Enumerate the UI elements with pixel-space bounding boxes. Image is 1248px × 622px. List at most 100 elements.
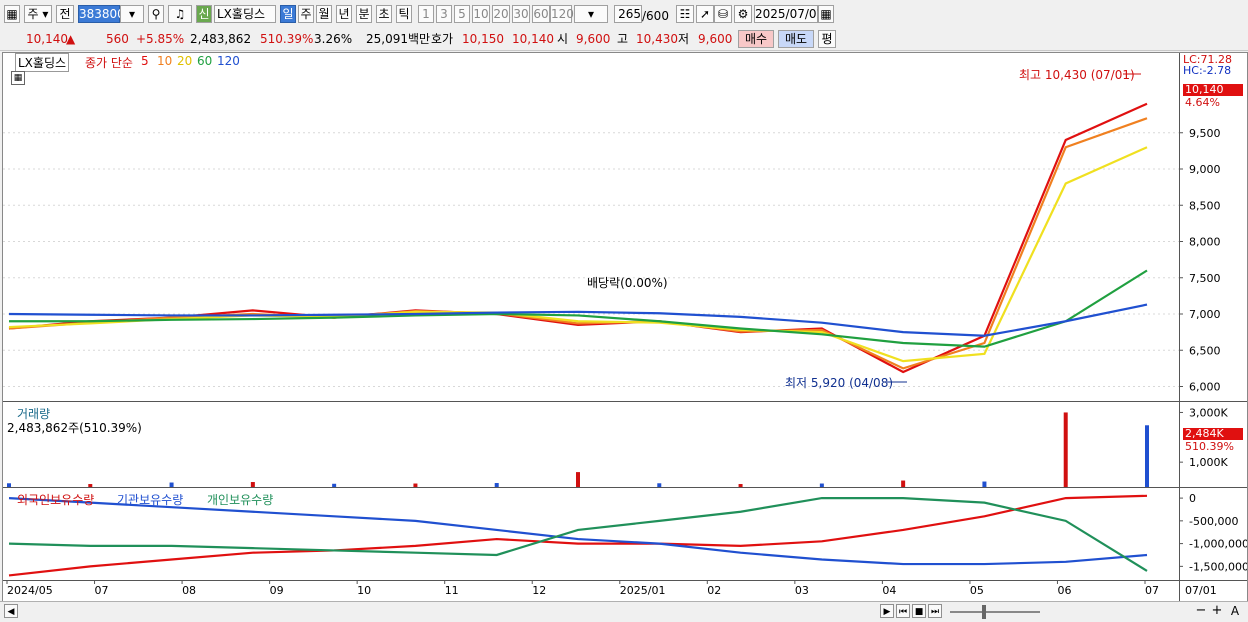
scroll-left-icon[interactable]: ◀ [4, 604, 18, 618]
x-tick-label: 12 [532, 584, 546, 597]
zoom-slider-handle[interactable] [982, 605, 986, 619]
interval-3[interactable]: 3 [436, 5, 452, 23]
min-annotation: 최저 5,920 (04/08) [785, 374, 893, 391]
volume-bar [413, 484, 417, 487]
date-input[interactable]: 2025/07/01 [754, 5, 818, 23]
window-menu-icon[interactable]: ▦ [4, 5, 20, 23]
holdings-tick-label: 0 [1189, 492, 1196, 505]
period-tick[interactable]: 틱 [396, 5, 412, 23]
x-tick-label: 06 [1057, 584, 1071, 597]
stock-name-field[interactable]: LX홀딩스 [214, 5, 276, 23]
holdings-label-foreign[interactable]: 외국인보유수량 [17, 491, 94, 508]
holdings-label-individual[interactable]: 개인보유수량 [207, 491, 273, 508]
rewind-icon[interactable]: ⏮ [896, 604, 910, 618]
buy-button[interactable]: 매수 [738, 30, 774, 48]
speaker-icon[interactable]: ♫ [168, 5, 192, 23]
hc-value: HC:-2.78 [1183, 64, 1231, 77]
quote-bar: 10,140 ▲ 560 +5.85% 2,483,862 510.39% 3.… [0, 28, 1248, 51]
period-month[interactable]: 월 [316, 5, 332, 23]
search-icon[interactable]: ⚲ [148, 5, 164, 23]
period-day[interactable]: 일 [280, 5, 296, 23]
period-second[interactable]: 초 [376, 5, 392, 23]
period-minute[interactable]: 분 [356, 5, 372, 23]
price-tick-label: 9,500 [1189, 127, 1221, 140]
custom-interval-select[interactable]: ▾ [574, 5, 608, 23]
volume-bar [576, 472, 580, 487]
forward-icon[interactable]: ⏭ [928, 604, 942, 618]
market-select[interactable]: 주 ▾ [24, 5, 52, 23]
x-tick-label: 08 [182, 584, 196, 597]
price-up-arrow: ▲ [66, 31, 75, 47]
volume-bar [739, 484, 743, 487]
font-size-icon[interactable]: A [1228, 604, 1242, 618]
price-change-pct: +5.85% [136, 31, 184, 47]
interval-1[interactable]: 1 [418, 5, 434, 23]
volume-tick-label: 1,000K [1189, 456, 1228, 469]
zoom-in-icon[interactable]: + [1210, 604, 1224, 618]
x-tick-label: 11 [445, 584, 459, 597]
last-price-tag: 10,140 [1183, 84, 1243, 96]
x-tick-label: 2025/01 [620, 584, 666, 597]
x-tick-label: 02 [707, 584, 721, 597]
period-week[interactable]: 주 [298, 5, 314, 23]
chart-canvas[interactable]: 9,5009,0008,5008,0007,5007,0006,5006,000… [3, 53, 1247, 602]
price-tick-label: 7,000 [1189, 308, 1221, 321]
price-change: 560 [106, 31, 129, 47]
open-label: 시 [557, 31, 568, 47]
ma-legend-60: 60 [197, 54, 212, 68]
volume-bar [88, 484, 92, 487]
credit-badge: 신 [196, 5, 212, 23]
stop-icon[interactable]: ■ [912, 604, 926, 618]
x-tick-label: 04 [882, 584, 896, 597]
x-tick-label: 05 [970, 584, 984, 597]
interval-30[interactable]: 30 [512, 5, 530, 23]
count-input[interactable]: 265 [614, 5, 642, 23]
volume-bar [657, 483, 661, 487]
volume-bar [1064, 412, 1068, 487]
dividend-annotation: 배당락(0.00%) [587, 274, 668, 291]
zoom-out-icon[interactable]: − [1194, 604, 1208, 618]
ask-price: 10,140 [512, 31, 554, 47]
chart-area[interactable]: 9,5009,0008,5008,0007,5007,0006,5006,000… [2, 52, 1248, 603]
x-tick-label: 07 [1145, 584, 1159, 597]
bidask-label: 호가 [431, 31, 453, 47]
volume-tick-label: 3,000K [1189, 406, 1228, 419]
open-price: 9,600 [576, 31, 610, 47]
period-year[interactable]: 년 [336, 5, 352, 23]
draw-tool-icon[interactable]: ➚ [696, 5, 714, 23]
calendar-icon[interactable]: ▦ [818, 5, 834, 23]
holdings-label-institution[interactable]: 기관보유수량 [117, 491, 183, 508]
interval-120[interactable]: 120 [550, 5, 572, 23]
sell-button[interactable]: 매도 [778, 30, 814, 48]
high-label: 고 [617, 31, 628, 47]
eval-button[interactable]: 평 [818, 30, 836, 48]
interval-5[interactable]: 5 [454, 5, 470, 23]
prev-button[interactable]: 전 [56, 5, 74, 23]
count-total: /600 [642, 8, 669, 24]
ma-line-5 [9, 104, 1147, 372]
max-annotation: 최고 10,430 (07/01) [1019, 66, 1135, 83]
scroll-right-icon[interactable]: ▶ [880, 604, 894, 618]
gear-icon[interactable]: ⚙ [734, 5, 752, 23]
price-tick-label: 8,500 [1189, 199, 1221, 212]
code-dropdown-icon[interactable]: ▾ [120, 5, 144, 23]
ma-line-10 [9, 118, 1147, 368]
chart-toolbar: ▦ 주 ▾ 전 383800 ▾ ⚲ ♫ 신 LX홀딩스 일 주 월 년 분 초… [0, 0, 1248, 29]
volume-bar [332, 484, 336, 487]
save-icon[interactable]: ⛁ [714, 5, 732, 23]
x-tick-label: 03 [795, 584, 809, 597]
calculator-icon[interactable]: ▦ [11, 71, 25, 85]
holdings-tick-label: -500,000 [1189, 515, 1238, 528]
volume-bar [251, 482, 255, 487]
interval-20[interactable]: 20 [492, 5, 510, 23]
ma-legend-10: 10 [157, 54, 172, 68]
price-tick-label: 6,000 [1189, 381, 1221, 394]
price-panel-name-tag[interactable]: LX홀딩스 [15, 53, 69, 72]
interval-10[interactable]: 10 [472, 5, 490, 23]
x-tick-label: 10 [357, 584, 371, 597]
stock-code-input[interactable]: 383800 [78, 5, 120, 23]
interval-60[interactable]: 60 [532, 5, 550, 23]
volume-bar [1145, 425, 1149, 487]
zoom-slider[interactable] [950, 611, 1040, 613]
candle-type-icon[interactable]: ☷ [676, 5, 694, 23]
